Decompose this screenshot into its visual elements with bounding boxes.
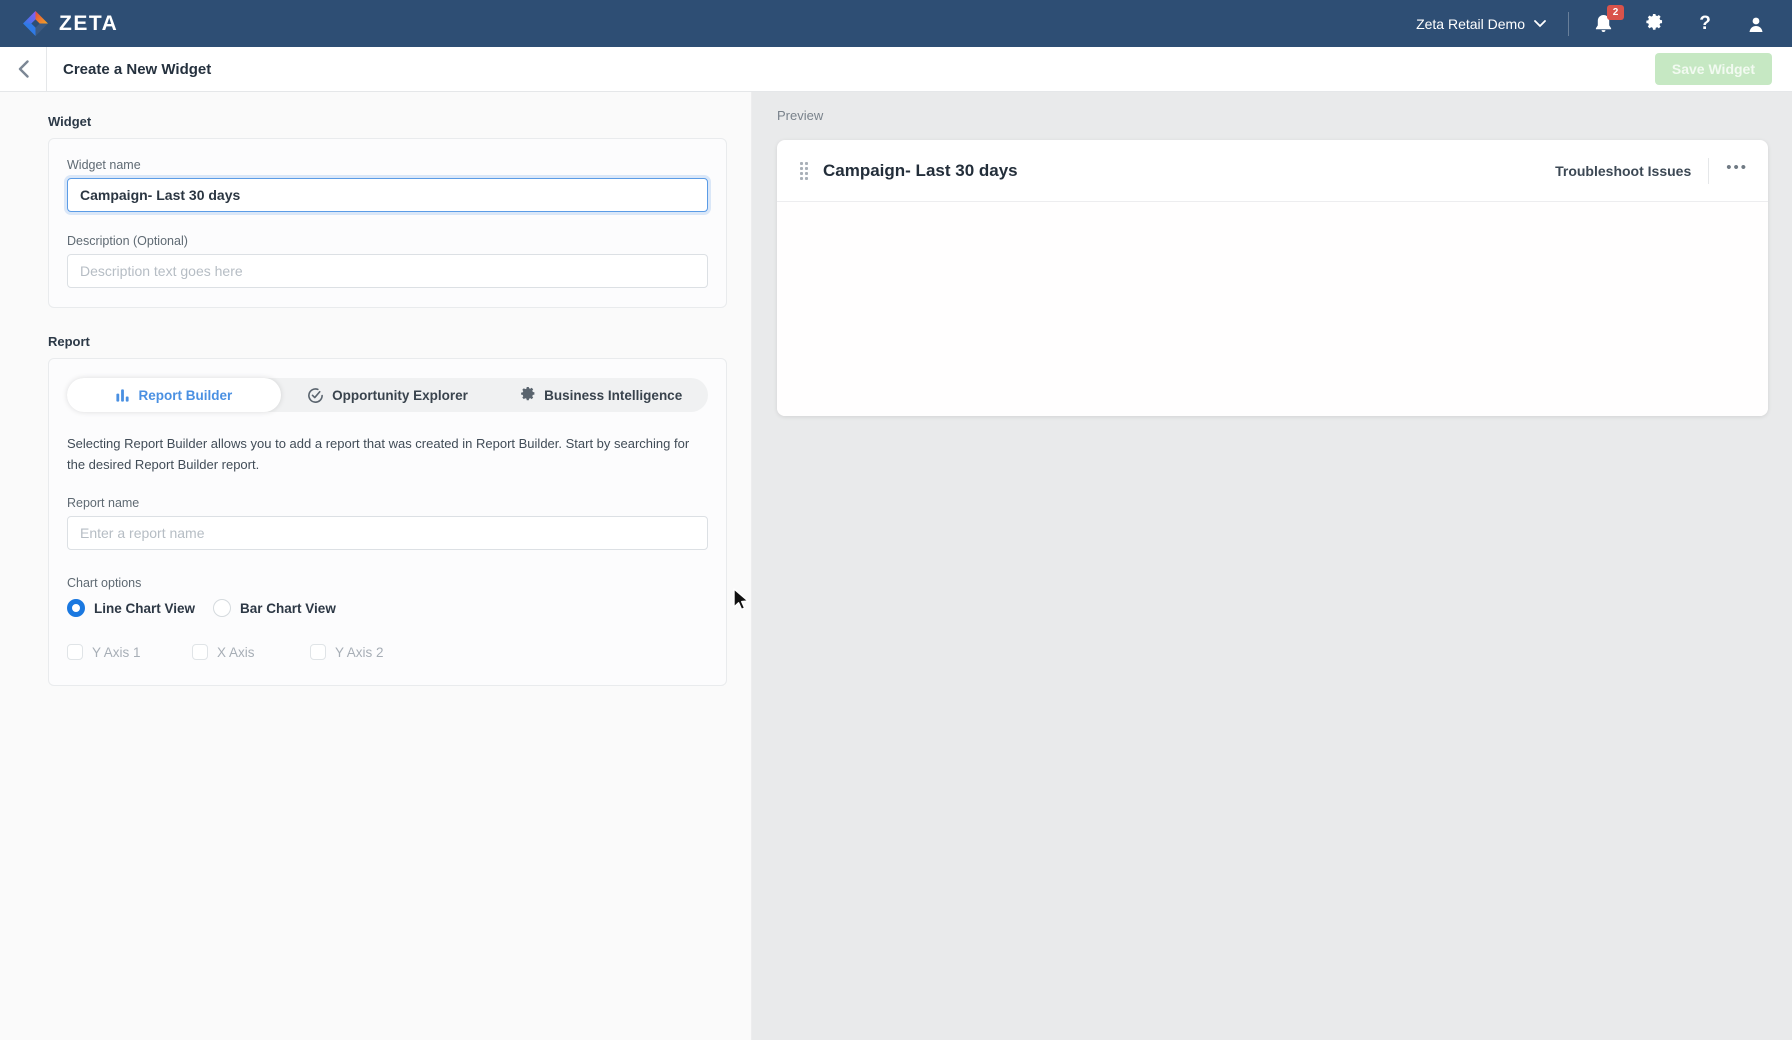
radio-unselected-icon[interactable]: [213, 599, 231, 617]
notifications-button[interactable]: 2: [1591, 12, 1615, 36]
radio-selected-icon[interactable]: [67, 599, 85, 617]
gear-icon: [520, 387, 536, 403]
tab-report-builder[interactable]: Report Builder: [67, 378, 281, 412]
line-chart-view-option[interactable]: Line Chart View: [67, 599, 195, 617]
tab-label: Business Intelligence: [544, 388, 682, 403]
tab-label: Report Builder: [138, 388, 232, 403]
chart-options-label: Chart options: [67, 576, 708, 590]
widget-preview-card: Campaign- Last 30 days Troubleshoot Issu…: [777, 140, 1768, 416]
radio-label: Line Chart View: [94, 601, 195, 616]
zeta-logo-icon: [22, 10, 49, 37]
description-input[interactable]: [67, 254, 708, 288]
checkbox-label: X Axis: [217, 645, 255, 660]
tab-label: Opportunity Explorer: [332, 388, 468, 403]
bar-chart-icon: [115, 388, 130, 403]
axis-checkbox-group: Y Axis 1 X Axis Y Axis 2: [67, 644, 708, 660]
checkbox-icon[interactable]: [67, 644, 83, 660]
widget-card: Widget name Description (Optional): [48, 138, 727, 308]
y-axis-1-option[interactable]: Y Axis 1: [67, 644, 192, 660]
checkbox-label: Y Axis 1: [92, 645, 141, 660]
tab-opportunity-explorer[interactable]: Opportunity Explorer: [281, 378, 495, 412]
nav-divider: [1568, 12, 1569, 36]
top-navigation: ZETA Zeta Retail Demo 2: [0, 0, 1792, 47]
preview-label: Preview: [777, 108, 1768, 123]
widget-name-label: Widget name: [67, 158, 708, 172]
checkbox-icon[interactable]: [192, 644, 208, 660]
tab-business-intelligence[interactable]: Business Intelligence: [494, 378, 708, 412]
y-axis-2-option[interactable]: Y Axis 2: [310, 644, 384, 660]
settings-button[interactable]: [1642, 12, 1666, 36]
chevron-left-icon: [18, 60, 29, 78]
page-header: Create a New Widget Save Widget: [0, 47, 1792, 92]
report-name-label: Report name: [67, 496, 708, 510]
widget-form-panel: Widget Widget name Description (Optional…: [0, 92, 752, 1040]
x-axis-option[interactable]: X Axis: [192, 644, 310, 660]
bar-chart-view-option[interactable]: Bar Chart View: [213, 599, 336, 617]
checkbox-label: Y Axis 2: [335, 645, 384, 660]
help-button[interactable]: ?: [1693, 12, 1717, 36]
user-menu-button[interactable]: [1744, 12, 1768, 36]
gear-icon: [1644, 13, 1665, 34]
brand-name: ZETA: [59, 12, 118, 36]
header-divider: [1708, 158, 1709, 184]
report-section-title: Report: [48, 334, 727, 349]
report-builder-helper-text: Selecting Report Builder allows you to a…: [67, 434, 707, 475]
widget-name-input[interactable]: [67, 178, 708, 212]
report-card: Report Builder Opportunity Explorer: [48, 358, 727, 686]
troubleshoot-issues-link[interactable]: Troubleshoot Issues: [1555, 163, 1691, 179]
description-label: Description (Optional): [67, 234, 708, 248]
account-name: Zeta Retail Demo: [1416, 16, 1525, 32]
preview-panel: Preview Campaign- Last 30 days Troublesh…: [752, 92, 1792, 1040]
ellipsis-menu-button[interactable]: •••: [1726, 160, 1748, 181]
preview-card-header: Campaign- Last 30 days Troubleshoot Issu…: [777, 140, 1768, 202]
report-name-input[interactable]: [67, 516, 708, 550]
preview-card-title: Campaign- Last 30 days: [823, 161, 1018, 181]
save-widget-button[interactable]: Save Widget: [1655, 53, 1772, 85]
chart-view-radio-group: Line Chart View Bar Chart View: [67, 599, 708, 617]
drag-handle-icon[interactable]: [800, 162, 808, 180]
report-source-tabs: Report Builder Opportunity Explorer: [67, 378, 708, 412]
brand[interactable]: ZETA: [22, 10, 118, 37]
target-check-icon: [307, 387, 324, 404]
help-icon: ?: [1699, 13, 1711, 35]
widget-section-title: Widget: [48, 114, 727, 129]
radio-label: Bar Chart View: [240, 601, 336, 616]
checkbox-icon[interactable]: [310, 644, 326, 660]
user-icon: [1746, 14, 1766, 34]
page-title: Create a New Widget: [63, 61, 211, 78]
back-button[interactable]: [0, 47, 47, 92]
chevron-down-icon: [1534, 20, 1546, 28]
preview-card-body: [777, 202, 1768, 416]
account-switcher[interactable]: Zeta Retail Demo: [1416, 16, 1546, 32]
create-widget-page: ZETA Zeta Retail Demo 2: [0, 0, 1792, 1040]
notification-badge: 2: [1607, 5, 1624, 20]
